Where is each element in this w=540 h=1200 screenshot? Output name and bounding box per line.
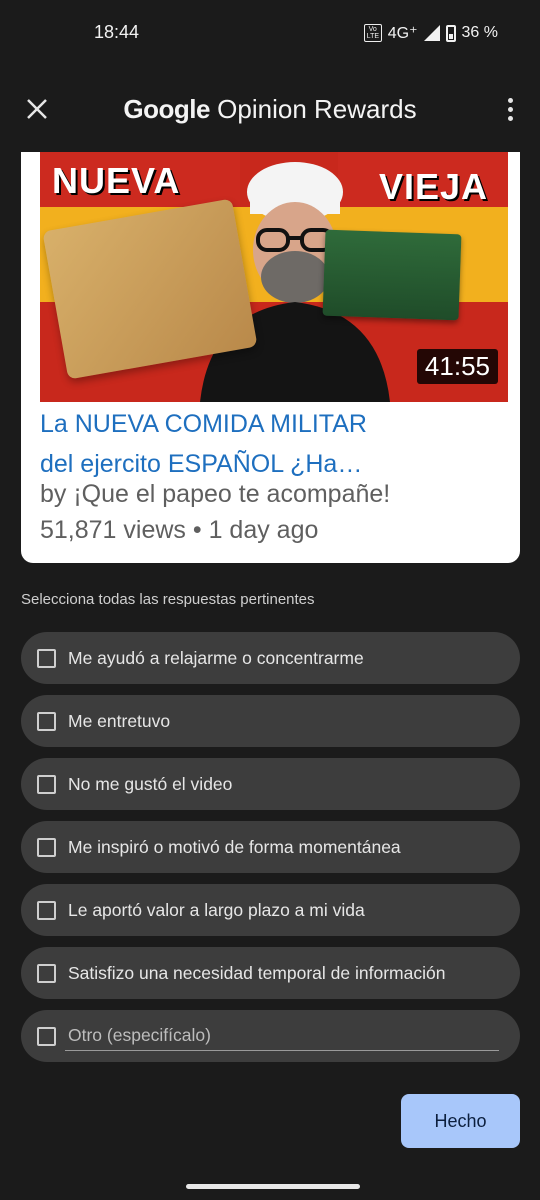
thumbnail-label-left: NUEVA — [52, 160, 181, 201]
more-vert-icon — [507, 97, 513, 103]
volte-icon: Vo LTE — [363, 24, 382, 42]
home-indicator[interactable] — [186, 1184, 360, 1189]
checkbox[interactable] — [37, 837, 56, 857]
thumbnail-bag-old — [322, 229, 462, 321]
app-title-rest: Opinion Rewards — [209, 94, 417, 124]
option-label: Me ayudó a relajarme o concentrarme — [68, 647, 364, 668]
video-meta: 51,871 views • 1 day ago — [40, 516, 319, 544]
more-vert-icon-dot — [507, 115, 513, 121]
video-card[interactable]: NUEVA VIEJA 41:55 La NUEVA COMIDA MILITA… — [21, 152, 520, 563]
signal-icon — [423, 25, 440, 41]
video-title-line1: La NUEVA COMIDA MILITAR — [40, 410, 367, 438]
question-prompt: Selecciona todas las respuestas pertinen… — [21, 591, 315, 608]
option-label: Le aportó valor a largo plazo a mi vida — [68, 899, 365, 920]
app-title: Google Opinion Rewards — [0, 94, 540, 125]
video-channel: by ¡Que el papeo te acompañe! — [40, 480, 391, 508]
battery-icon — [445, 24, 456, 42]
option-other[interactable] — [21, 1010, 520, 1062]
app-title-brand: Google — [123, 94, 210, 124]
option-inspired[interactable]: Me inspiró o motivó de forma momentánea — [21, 821, 520, 873]
app-bar: Google Opinion Rewards — [0, 86, 540, 134]
status-bar: 18:44 Vo LTE 4G⁺ 36 % — [0, 0, 540, 68]
video-thumbnail[interactable]: NUEVA VIEJA 41:55 — [40, 152, 508, 402]
video-title-line2: del ejercito ESPAÑOL ¿Ha… — [40, 450, 363, 478]
option-label: No me gustó el video — [68, 773, 233, 794]
option-label: Me inspiró o motivó de forma momentánea — [68, 836, 401, 857]
thumbnail-label-right: VIEJA — [378, 166, 488, 207]
done-button[interactable]: Hecho — [401, 1094, 520, 1148]
other-input[interactable] — [65, 1021, 499, 1051]
option-label: Satisfizo una necesidad temporal de info… — [68, 962, 446, 983]
checkbox[interactable] — [37, 711, 56, 731]
checkbox[interactable] — [37, 1026, 56, 1046]
option-disliked[interactable]: No me gustó el video — [21, 758, 520, 810]
option-label: Me entretuvo — [68, 710, 171, 731]
options-list: Me ayudó a relajarme o concentrarme Me e… — [21, 632, 520, 1073]
battery-level: 36 % — [461, 24, 498, 41]
more-vert-icon-dot — [507, 106, 513, 112]
more-options-button[interactable] — [500, 94, 520, 124]
video-duration: 41:55 — [416, 349, 498, 384]
status-time: 18:44 — [94, 22, 140, 42]
video-title[interactable]: La NUEVA COMIDA MILITAR del ejercito ESP… — [40, 404, 500, 484]
checkbox[interactable] — [37, 963, 56, 983]
option-long-term-value[interactable]: Le aportó valor a largo plazo a mi vida — [21, 884, 520, 936]
network-type: 4G⁺ — [387, 25, 418, 42]
option-entertained[interactable]: Me entretuvo — [21, 695, 520, 747]
checkbox[interactable] — [37, 900, 56, 920]
checkbox[interactable] — [37, 774, 56, 794]
option-relax[interactable]: Me ayudó a relajarme o concentrarme — [21, 632, 520, 684]
checkbox[interactable] — [37, 648, 56, 668]
status-icons: Vo LTE 4G⁺ 36 % — [363, 23, 498, 43]
option-information[interactable]: Satisfizo una necesidad temporal de info… — [21, 947, 520, 999]
